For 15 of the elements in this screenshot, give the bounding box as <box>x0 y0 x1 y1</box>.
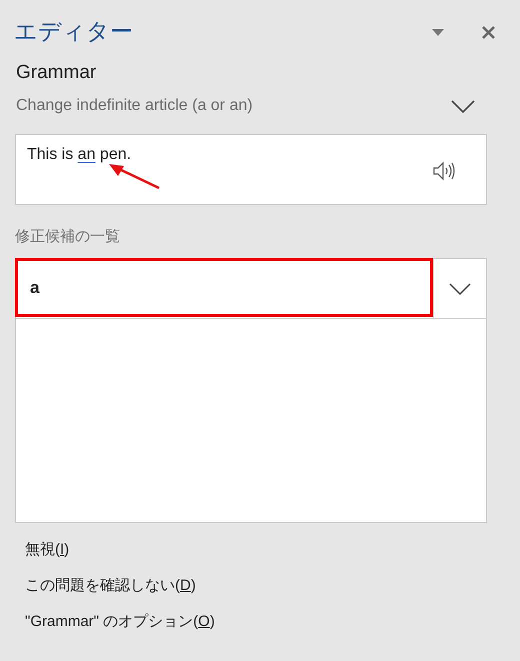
speaker-icon <box>432 160 456 182</box>
dropdown-icon <box>432 28 444 36</box>
read-aloud-button[interactable] <box>431 159 457 183</box>
action-link[interactable]: 無視(I) <box>25 539 70 561</box>
suggestion-item[interactable]: a <box>15 258 433 317</box>
chevron-icon <box>451 100 475 112</box>
action-link[interactable]: この問題を確認しない(D) <box>25 575 196 597</box>
pane-title: エディター <box>14 20 134 44</box>
action-link[interactable]: "Grammar" のオプション(O) <box>25 611 215 633</box>
issue-category: Grammar <box>16 63 98 82</box>
chevron-icon <box>449 282 471 294</box>
close-icon <box>482 26 494 38</box>
sentence-text: This is an pen. <box>27 145 132 165</box>
suggestions-label: 修正候補の一覧 <box>15 229 121 244</box>
issue-description: Change indefinite article (a or an) <box>16 96 254 116</box>
